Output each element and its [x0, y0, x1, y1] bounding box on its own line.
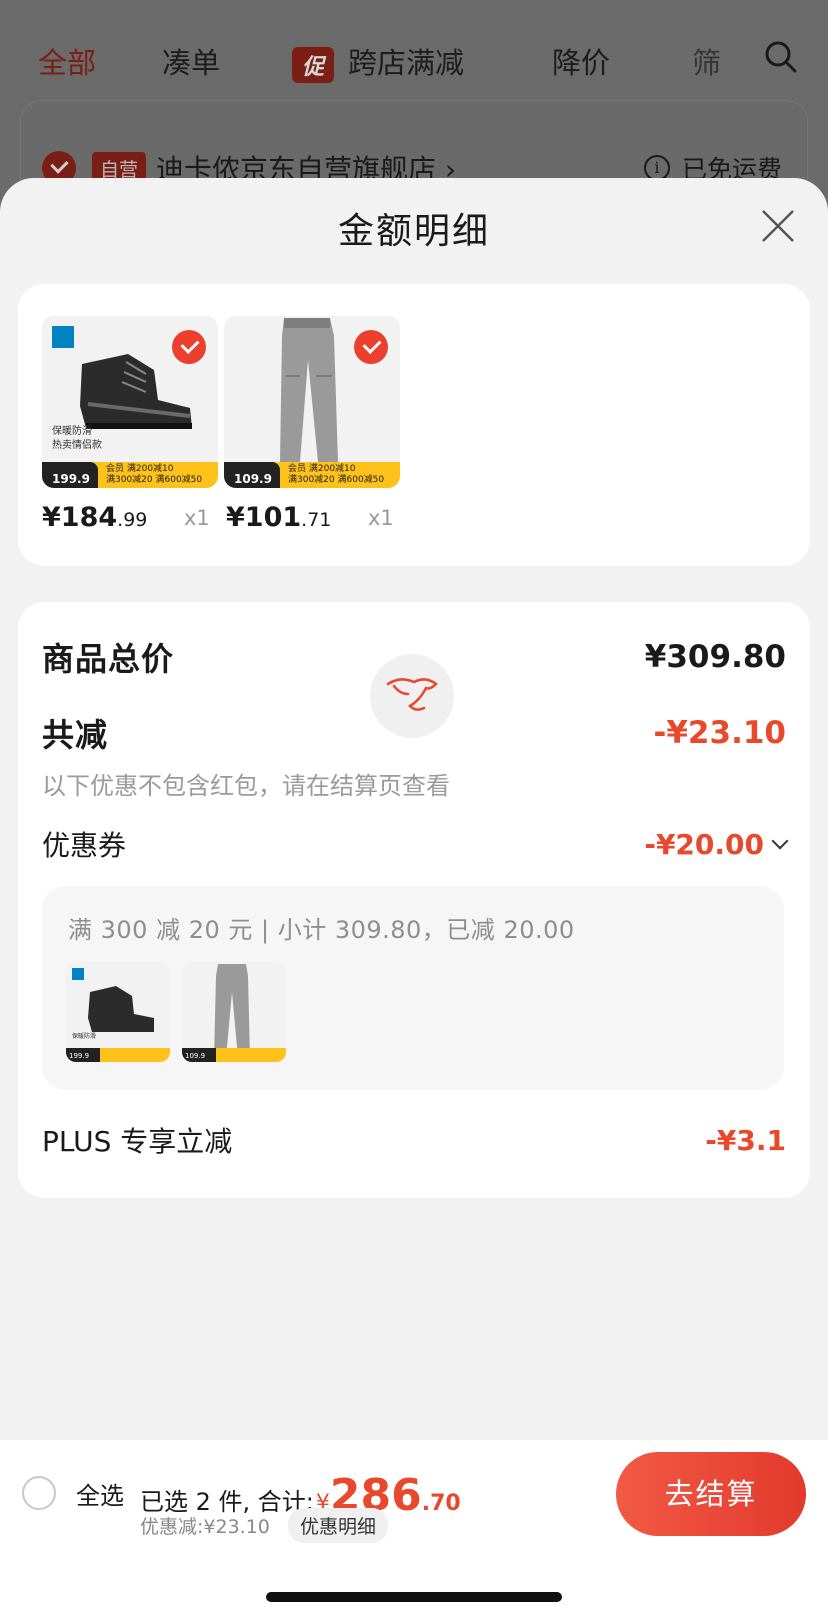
checkout-bar: 全选 已选 2 件, 合计: ¥ 286 .70 优惠减:¥23.10 优惠明细…: [0, 1440, 828, 1612]
total-amount-dec: .70: [421, 1491, 461, 1516]
banner-promo: 会员 满200减10 满300减20 满600减50: [288, 464, 385, 485]
banner-price: 199.9: [42, 462, 98, 488]
svg-text:保暖防滑: 保暖防滑: [52, 424, 92, 437]
product-price: ¥101.71: [226, 502, 332, 533]
search-icon[interactable]: [764, 40, 798, 74]
product-thumb-boot[interactable]: 保暖防滑 热卖情侣款 199.9 会员 满200减10 满300减20 满600…: [42, 316, 218, 488]
promo-tag: 促: [292, 47, 335, 83]
coupon-row[interactable]: 优惠券 -¥20.00: [42, 824, 789, 864]
checked-icon[interactable]: [172, 330, 206, 364]
coupon-detail-text: 满 300 减 20 元 | 小计 309.80，已减 20.00: [68, 916, 575, 944]
coupon-product-thumb: 保暖防滑 199.9: [66, 962, 170, 1062]
loading-dog-icon: [370, 654, 454, 738]
total-price-value: ¥309.80: [644, 639, 786, 675]
hiking-boot-image: 保暖防滑: [66, 962, 170, 1062]
product-promo-banner: 109.9 会员 满200减10 满300减20 满600减50: [224, 462, 400, 488]
banner-promo: 会员 满200减10 满300减20 满600减50: [106, 464, 203, 485]
plus-value: -¥3.1: [705, 1123, 786, 1157]
select-all-label[interactable]: 全选: [76, 1476, 124, 1511]
home-indicator: [266, 1592, 562, 1602]
tab-all[interactable]: 全部: [38, 40, 96, 82]
product-promo-banner: 199.9 会员 满200减10 满300减20 满600减50: [42, 462, 218, 488]
total-reduce-value: -¥23.10: [653, 715, 787, 751]
svg-text:热卖情侣款: 热卖情侣款: [52, 438, 102, 451]
product-thumb-pants[interactable]: 109.9 会员 满200减10 满300减20 满600减50: [224, 316, 400, 488]
tab-cross-store[interactable]: 促跨店满减: [292, 40, 464, 83]
tab-filter[interactable]: 筛: [692, 40, 721, 82]
product-qty: x1: [368, 506, 394, 530]
plus-row: PLUS 专享立减 -¥3.1: [42, 1120, 786, 1160]
checkout-button[interactable]: 去结算: [616, 1452, 806, 1536]
product-qty: x1: [184, 506, 210, 530]
reduce-note: 以下优惠不包含红包，请在结算页查看: [42, 772, 450, 800]
plus-label: PLUS 专享立减: [42, 1125, 233, 1158]
coupon-detail-box: 满 300 减 20 元 | 小计 309.80，已减 20.00 保暖防滑 1…: [42, 886, 784, 1090]
total-price-label: 商品总价: [42, 640, 175, 678]
tab-price-drop[interactable]: 降价: [552, 40, 610, 82]
tab-cross-store-label: 跨店满减: [348, 46, 465, 80]
checked-icon[interactable]: [354, 330, 388, 364]
coupon-label: 优惠券: [42, 829, 127, 862]
filter-tabs: 全部 凑单 促跨店满减 降价 筛: [0, 30, 828, 86]
coupon-product-thumb: 109.9: [182, 962, 286, 1062]
svg-text:保暖防滑: 保暖防滑: [72, 1032, 96, 1040]
selected-products-card: 保暖防滑 热卖情侣款 199.9 会员 满200减10 满300减20 满600…: [18, 284, 810, 566]
banner-price: 109.9: [224, 462, 280, 488]
chevron-down-icon: [771, 832, 789, 850]
hiking-pants-image: [182, 962, 286, 1062]
sheet-title: 金额明细: [337, 211, 490, 252]
total-reduce-label: 共减: [42, 716, 109, 754]
amount-detail-sheet: 金额明细 保暖防滑 热卖情侣款 199.9 会员 满200减10 满300减20…: [0, 178, 828, 1612]
coupon-value[interactable]: -¥20.00: [644, 828, 789, 861]
select-all-radio[interactable]: [22, 1476, 56, 1510]
discount-summary: 优惠减:¥23.10: [140, 1516, 270, 1538]
discount-detail-button[interactable]: 优惠明细: [288, 1508, 389, 1543]
tab-bundle[interactable]: 凑单: [162, 40, 220, 82]
close-icon[interactable]: [758, 206, 798, 246]
product-price: ¥184.99: [42, 502, 148, 533]
